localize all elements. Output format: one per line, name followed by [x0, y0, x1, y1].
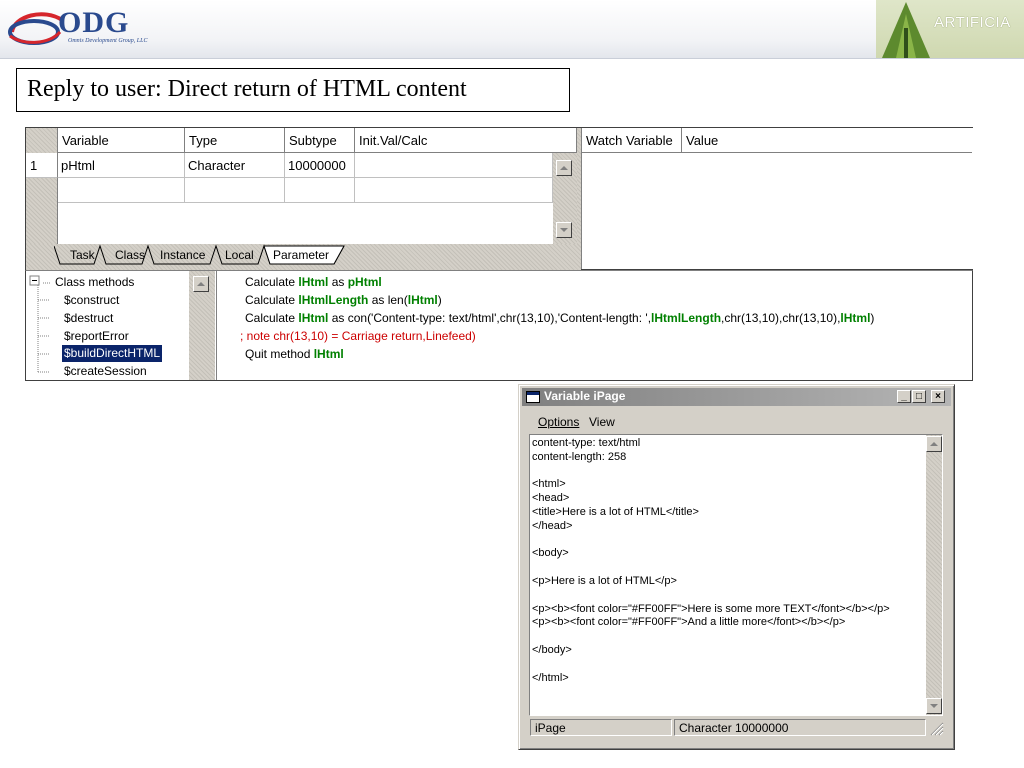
code-variable: lHtmlLength	[651, 311, 722, 325]
artificia-logo-text: ARTIFICIA	[934, 14, 1011, 31]
column-header-value[interactable]: Value	[682, 128, 972, 153]
tree-item-create-session[interactable]: $createSession	[64, 363, 147, 380]
scroll-down-button[interactable]	[556, 222, 572, 238]
content-line: content-length: 258	[532, 450, 627, 463]
tree-root-class-methods[interactable]: Class methods	[55, 274, 134, 291]
content-line: <p>Here is a lot of HTML</p>	[532, 575, 677, 587]
code-variable: lHtml	[298, 275, 329, 289]
column-header-variable[interactable]: Variable	[58, 128, 185, 153]
code-variable: lHtml	[840, 311, 871, 325]
code-variable: lHtml	[298, 311, 329, 325]
arrow-up-icon	[930, 442, 938, 446]
content-line: <title>Here is a lot of HTML</title>	[532, 506, 699, 518]
cell-type[interactable]: Character	[185, 153, 285, 178]
code-variable: lHtml	[407, 293, 438, 307]
tree-item-destruct[interactable]: $destruct	[64, 310, 113, 327]
menu-view[interactable]: View	[589, 415, 615, 429]
code-line[interactable]: Calculate lHtmlLength as len(lHtml)	[245, 291, 442, 309]
cell-empty[interactable]	[285, 178, 355, 203]
window-app-icon	[526, 391, 540, 403]
code-text: )	[870, 311, 875, 325]
content-scrollbar-track[interactable]	[926, 435, 942, 715]
code-line[interactable]: ; note chr(13,10) = Carriage return,Line…	[240, 327, 476, 345]
code-variable: lHtml	[313, 347, 344, 361]
cell-subtype[interactable]: 10000000	[285, 153, 355, 178]
tab-local[interactable]: Local	[225, 246, 254, 264]
content-line: </head>	[532, 519, 573, 532]
code-variable: lHtmlLength	[298, 293, 369, 307]
column-header-subtype[interactable]: Subtype	[285, 128, 355, 153]
status-variable-name: iPage	[530, 719, 672, 736]
odg-logo-text: ODG	[58, 6, 130, 39]
row-header-column	[26, 128, 58, 244]
window-title: Variable iPage	[544, 389, 626, 403]
resize-grip-icon[interactable]	[930, 722, 944, 736]
tab-strip: Task Class Instance Local Parameter	[26, 244, 581, 270]
code-line[interactable]: Calculate lHtml as con('Content-type: te…	[245, 309, 874, 327]
code-text: Calculate	[245, 293, 299, 307]
arrow-down-icon	[930, 704, 938, 708]
cell-variable[interactable]: pHtml	[58, 153, 185, 178]
content-line: content-type: text/html	[532, 437, 641, 449]
code-text: Quit method	[245, 347, 314, 361]
arrow-up-icon	[197, 282, 205, 286]
slide-title: Reply to user: Direct return of HTML con…	[27, 76, 467, 102]
cell-empty[interactable]	[355, 178, 553, 203]
close-button[interactable]: ×	[931, 390, 945, 403]
tree-item-build-direct-html[interactable]: $buildDirectHTML	[62, 345, 163, 362]
code-variable: pHtml	[347, 275, 382, 289]
code-text: Calculate	[245, 311, 299, 325]
column-header-init-val[interactable]: Init.Val/Calc	[355, 128, 577, 153]
maximize-button[interactable]: □	[912, 390, 926, 403]
content-line: <html>	[532, 478, 566, 491]
column-header-watch-variable[interactable]: Watch Variable	[582, 128, 682, 153]
odg-logo-subtext: Omnis Development Group, LLC	[68, 38, 148, 44]
code-text: Calculate	[245, 275, 299, 289]
row-number: 1	[26, 153, 58, 178]
tab-class[interactable]: Class	[115, 246, 145, 264]
tree-scroll-up-button[interactable]	[193, 276, 209, 292]
tab-instance[interactable]: Instance	[160, 246, 205, 264]
tree-item-report-error[interactable]: $reportError	[64, 328, 129, 345]
column-header-type[interactable]: Type	[185, 128, 285, 153]
code-text: as	[328, 275, 348, 289]
tab-parameter[interactable]: Parameter	[273, 246, 329, 264]
content-scroll-down-button[interactable]	[926, 698, 942, 714]
variable-panel: 1 Variable Type Subtype Init.Val/Calc pH…	[25, 127, 973, 270]
content-line: <body>	[532, 547, 569, 560]
content-line: </html>	[532, 671, 569, 684]
code-text: as len(	[368, 293, 408, 307]
code-text: as con('Content-type: text/html',chr(13,…	[328, 311, 652, 325]
tree-item-construct[interactable]: $construct	[64, 292, 119, 309]
arrow-up-icon	[560, 166, 568, 170]
cell-init-val[interactable]	[355, 153, 553, 178]
code-text: )	[437, 293, 442, 307]
code-line[interactable]: Quit method lHtml	[245, 345, 344, 363]
cell-empty[interactable]	[58, 178, 185, 203]
code-comment: ; note chr(13,10) = Carriage return,Line…	[240, 329, 476, 343]
cell-empty[interactable]	[185, 178, 285, 203]
tab-task[interactable]: Task	[70, 246, 95, 264]
content-scroll-up-button[interactable]	[926, 436, 942, 452]
content-line: <head>	[532, 492, 570, 505]
code-text: ,chr(13,10),chr(13,10),	[721, 311, 841, 325]
minimize-button[interactable]: _	[897, 390, 911, 403]
content-line: </body>	[532, 644, 572, 656]
content-line: <p><b><font color="#FF00FF">Here is some…	[532, 602, 890, 615]
status-variable-type: Character 10000000	[674, 719, 926, 736]
arrow-down-icon	[560, 228, 568, 232]
code-line[interactable]: Calculate lHtml as pHtml	[245, 273, 382, 291]
scroll-up-button[interactable]	[556, 160, 572, 176]
artificia-triangle-icon	[882, 2, 930, 58]
content-line: <p><b><font color="#FF00FF">And a little…	[532, 616, 846, 629]
method-editor-panel: Class methods $construct $destruct $repo…	[25, 270, 973, 381]
menu-options[interactable]: Options	[538, 415, 579, 429]
